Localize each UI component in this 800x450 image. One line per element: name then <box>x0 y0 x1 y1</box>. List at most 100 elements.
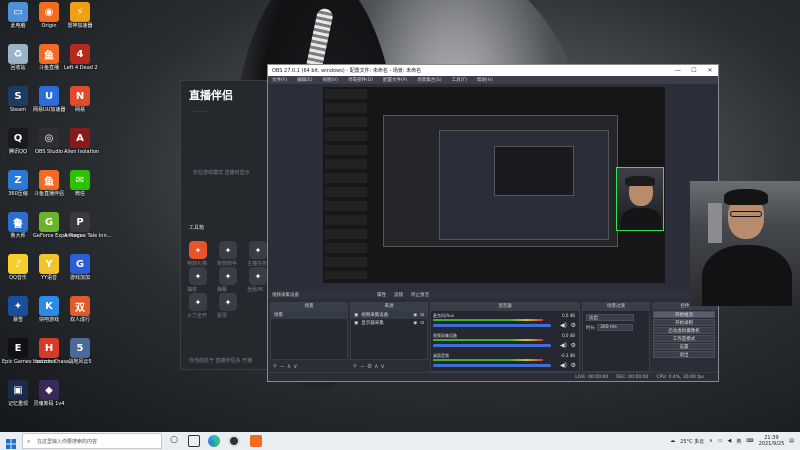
menu-item[interactable]: 文件(F) <box>272 77 287 83</box>
visibility-icon[interactable]: ◉ <box>413 313 417 318</box>
companion-tool[interactable]: ✦ <box>219 267 237 285</box>
channel-settings-icon[interactable]: ⚙ <box>571 362 576 369</box>
desktop-icon-steam[interactable]: S Steam <box>2 86 34 113</box>
volume-slider[interactable] <box>433 364 551 367</box>
lock-icon[interactable]: ⊡ <box>420 321 424 326</box>
menu-item[interactable]: 帮助(H) <box>477 77 493 83</box>
companion-tool[interactable]: ✦ <box>189 293 207 311</box>
desktop-icon-zip[interactable]: Z 360压缩 <box>2 170 34 197</box>
deactivate-button[interactable]: 停止激活 <box>411 292 429 298</box>
transition-select[interactable]: 淡出 <box>586 314 634 321</box>
menu-item[interactable]: 工具(T) <box>452 77 467 83</box>
menu-item[interactable]: 编辑(E) <box>297 77 312 83</box>
desktop-icon-geforce[interactable]: G GeForce Experience <box>33 212 83 239</box>
control-button[interactable]: 开始录制 <box>653 319 715 326</box>
douyu-taskbar-icon[interactable] <box>250 435 262 447</box>
desktop-icon-thunder-accelerator[interactable]: ⚡ 雷神加速器 <box>64 2 96 29</box>
clock-date: 2021/9/25 <box>758 441 785 447</box>
taskbar-search-input[interactable]: ⌕ 在这里输入你要搜索的内容 <box>22 433 162 449</box>
companion-tool[interactable]: ✦ <box>189 241 207 259</box>
maximize-icon[interactable]: ☐ <box>686 67 702 74</box>
menu-item[interactable]: 停靠部件(D) <box>348 77 373 83</box>
notification-icon[interactable]: ▤ <box>789 438 794 444</box>
source-item[interactable]: ▣ 显示器采集 ◉ ⊡ <box>351 319 427 327</box>
toolbox-label: 工具箱 <box>189 225 205 231</box>
tray-overflow-icon[interactable]: ∧ <box>709 438 713 444</box>
mute-icon[interactable]: ◀) <box>560 322 567 329</box>
channel-settings-icon[interactable]: ⚙ <box>571 342 576 349</box>
obs-taskbar-icon[interactable] <box>228 435 240 447</box>
menu-item[interactable]: 配置文件(P) <box>383 77 407 83</box>
lock-icon[interactable]: ⊡ <box>420 313 424 318</box>
input-language[interactable]: 英 <box>736 438 741 445</box>
companion-tool-label: 火力全开 <box>187 313 208 319</box>
desktop-icon-yy[interactable]: Y YY语音 <box>33 254 65 281</box>
volume-meter <box>433 339 543 341</box>
mute-icon[interactable]: ◀) <box>560 342 567 349</box>
minimize-icon[interactable]: — <box>670 67 686 74</box>
desktop-icon-kuaiba[interactable]: K 快吧游戏 <box>33 296 65 323</box>
obs-webcam-source[interactable] <box>616 167 664 231</box>
desktop-icon-epic[interactable]: E Epic Games Launcher <box>2 338 56 365</box>
channel-settings-icon[interactable]: ⚙ <box>571 322 576 329</box>
network-icon[interactable]: ▭ <box>718 438 723 444</box>
source-item[interactable]: ▣ 视频采集设备 ◉ ⊡ <box>351 311 427 319</box>
desktop-icon-label: 战地风云5 <box>68 359 92 365</box>
properties-button[interactable]: 属性 <box>377 292 386 298</box>
obs-preview[interactable] <box>323 87 665 283</box>
companion-tool[interactable]: ✦ <box>189 267 207 285</box>
status-rec: REC: 00:00:00 <box>616 374 649 380</box>
desktop-icon-memory[interactable]: ▣ 记忆重现 <box>2 380 34 407</box>
edge-browser-icon[interactable] <box>208 435 220 447</box>
desktop-icon-recycle-bin[interactable]: ♻ 回收站 <box>2 44 34 71</box>
volume-slider[interactable] <box>433 324 551 327</box>
menu-item[interactable]: 视图(V) <box>322 77 338 83</box>
companion-tool[interactable]: ✦ <box>219 293 237 311</box>
desktop-icon-qq[interactable]: Q 腾讯QQ <box>2 128 34 155</box>
desktop-icon-wechat[interactable]: ✉ 微信 <box>64 170 96 197</box>
desktop-icon-horizon-chase[interactable]: H Horizon Chase... <box>33 338 74 365</box>
desktop-icon-uu-accelerator[interactable]: U 网易UU加速器 <box>33 86 65 113</box>
volume-slider[interactable] <box>433 344 551 347</box>
desktop-icon-game-plus[interactable]: G 游戏加加 <box>64 254 96 281</box>
companion-tool[interactable]: ✦ <box>219 241 237 259</box>
volume-icon[interactable]: ◀ <box>728 438 732 444</box>
control-button[interactable]: 启动虚拟摄像机 <box>653 327 715 334</box>
desktop-icon-it-takes-two[interactable]: 双双人成行 <box>64 296 96 323</box>
mute-icon[interactable]: ◀) <box>560 362 567 369</box>
desktop-icon-plague-tale[interactable]: PA Plague Tale Inn... <box>64 212 111 239</box>
control-button[interactable]: 开始推流 <box>653 311 715 318</box>
close-icon[interactable]: ✕ <box>702 67 718 74</box>
filters-button[interactable]: 滤镜 <box>394 292 403 298</box>
windows-start-icon[interactable] <box>5 435 17 449</box>
desktop-icon-douyu-companion[interactable]: 鱼斗鱼直播伴侣 <box>33 170 65 197</box>
desktop-icon-ludashi[interactable]: 鲁鲁大师 <box>2 212 34 239</box>
control-button[interactable]: 设置 <box>653 343 715 350</box>
desktop-icon-l4d2[interactable]: 4 Left 4 Dead 2 <box>64 44 98 71</box>
control-button[interactable]: 工作室模式 <box>653 335 715 342</box>
origin-icon: ◉ <box>39 2 59 22</box>
desktop-icon-douyu[interactable]: 鱼斗鱼直播 <box>33 44 65 71</box>
desktop-icon-battlefield[interactable]: 5 战地风云5 <box>64 338 96 365</box>
visibility-icon[interactable]: ◉ <box>413 321 417 326</box>
duration-input[interactable]: 300 ms <box>597 324 633 331</box>
companion-tool[interactable]: ✦ <box>249 267 267 285</box>
desktop-icon-soul-chips[interactable]: ◆ 灵魂筹码 1v4 <box>33 380 65 407</box>
desktop-icon-netease[interactable]: N 网易 <box>64 86 96 113</box>
task-view-icon[interactable]: ○ <box>168 435 180 447</box>
control-button[interactable]: 退出 <box>653 351 715 358</box>
menu-item[interactable]: 场景集合(S) <box>417 77 441 83</box>
desktop-icon-alien-isolation[interactable]: A Alien Isolation <box>64 128 99 155</box>
widgets-icon[interactable] <box>188 435 200 447</box>
scenes-panel: 场景 <box>270 310 348 360</box>
desktop-icon-obs[interactable]: ◎ OBS Studio <box>33 128 65 155</box>
scene-item[interactable]: 场景 <box>271 311 347 319</box>
desktop-icon-blizzard[interactable]: ✦ 暴雪 <box>2 296 34 323</box>
desktop-icon-qq-music[interactable]: ♪ QQ音乐 <box>2 254 34 281</box>
clock[interactable]: 21:39 2021/9/25 <box>759 435 785 447</box>
ime-icon[interactable]: ⌨ <box>746 438 753 444</box>
companion-tool[interactable]: ✦ <box>249 241 267 259</box>
transitions-header: 场景过渡 <box>582 302 650 310</box>
desktop-icon-origin[interactable]: ◉ Origin <box>33 2 65 29</box>
desktop-icon-computer[interactable]: ▭ 此电脑 <box>2 2 34 29</box>
